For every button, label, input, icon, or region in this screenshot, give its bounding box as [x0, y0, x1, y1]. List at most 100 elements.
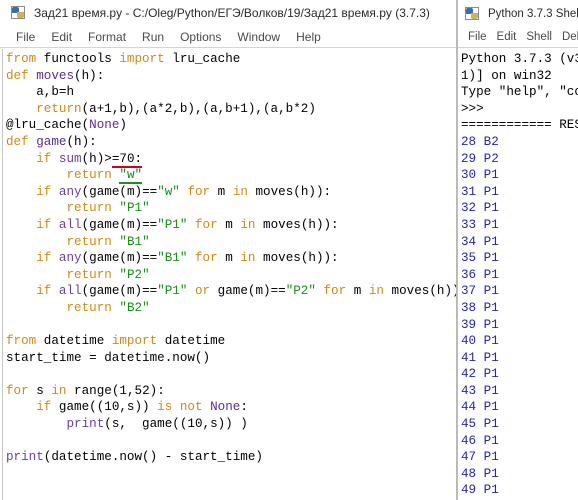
shell-output-area[interactable]: Python 3.7.3 (v3 1)] on win32 Type "help",…: [458, 49, 578, 500]
code-token: if: [36, 251, 52, 266]
menu-run[interactable]: Run: [134, 30, 172, 44]
menu-file[interactable]: File: [8, 30, 43, 44]
code-token: all: [58, 217, 82, 232]
code-token: (game(m)==: [81, 217, 158, 232]
menu-window[interactable]: Window: [229, 30, 288, 44]
code-token: return: [66, 267, 112, 282]
shell-banner-line: Type "help", "co: [461, 85, 578, 100]
code-token: for: [187, 184, 211, 199]
shell-output-row: 49 P1: [461, 483, 499, 498]
shell-menu-debug[interactable]: Debu: [557, 31, 578, 43]
shell-output-row: 28 B2: [461, 134, 499, 149]
code-line: return "B2": [6, 300, 454, 317]
code-token: is: [157, 400, 173, 415]
shell-output-row: 43 P1: [461, 383, 499, 398]
code-line: if any(game(m)=="w" for m in moves(h)):: [6, 184, 454, 201]
code-token: import: [119, 52, 165, 66]
code-token: if: [36, 284, 52, 299]
code-line: def game(h):: [6, 134, 454, 151]
shell-output-row: 37 P1: [461, 284, 499, 299]
menu-help[interactable]: Help: [288, 30, 329, 44]
code-token: @lru_cache(: [6, 118, 90, 133]
code-token: =70:: [111, 151, 143, 168]
editor-text-area[interactable]: from functools import lru_cache def moves…: [0, 49, 456, 500]
code-token: return: [66, 201, 112, 216]
code-token: "B2": [119, 300, 150, 315]
code-token: (datetime.now() - start_time): [43, 450, 263, 465]
code-token: functools: [36, 52, 120, 66]
code-token: any: [58, 251, 82, 266]
shell-output-row: 38 P1: [461, 300, 499, 315]
source-code[interactable]: from functools import lru_cache def moves…: [6, 51, 456, 466]
menu-options[interactable]: Options: [172, 30, 229, 44]
code-token: (game(m)==: [81, 284, 158, 299]
code-token: in: [51, 383, 67, 398]
shell-output-row: 33 P1: [461, 217, 499, 232]
code-token: for: [323, 284, 347, 299]
python-file-icon: [10, 5, 27, 21]
code-token: None: [210, 400, 241, 415]
shell-menu-edit[interactable]: Edit: [492, 31, 522, 43]
editor-titlebar[interactable]: Зад21 время.py - C:/Oleg/Python/ЕГЭ/Волк…: [0, 0, 456, 27]
code-token: m: [217, 217, 241, 232]
code-token: in: [240, 217, 256, 232]
shell-output-row: 34 P1: [461, 234, 499, 249]
shell-title: Python 3.7.3 Shell: [488, 7, 578, 20]
code-token: "w": [119, 168, 143, 185]
code-token: if: [36, 400, 52, 415]
code-token: return: [36, 101, 82, 116]
code-token: game(m)==: [210, 284, 286, 299]
code-token: not: [179, 400, 203, 415]
shell-output-row: 36 P1: [461, 267, 499, 282]
code-token: game((10,s)): [51, 400, 158, 415]
menu-edit[interactable]: Edit: [43, 30, 80, 44]
shell-menubar: File Edit Shell Debu: [458, 27, 578, 48]
code-token: m: [210, 184, 233, 199]
shell-banner-line: Python 3.7.3 (v3: [461, 52, 578, 66]
shell-transcript[interactable]: Python 3.7.3 (v3 1)] on win32 Type "help",…: [461, 51, 578, 500]
code-token: return: [66, 300, 112, 315]
code-token: any: [58, 184, 82, 199]
code-token: None: [89, 118, 120, 133]
shell-output-row: 41 P1: [461, 350, 499, 365]
code-token: print: [6, 450, 44, 465]
shell-titlebar[interactable]: Python 3.7.3 Shell: [458, 0, 578, 27]
code-token: (s, game((10,s)) ): [104, 417, 248, 432]
idle-editor-window: Зад21 время.py - C:/Oleg/Python/ЕГЭ/Волк…: [0, 0, 457, 500]
code-line: def moves(h):: [6, 68, 454, 85]
shell-menu-file[interactable]: File: [463, 31, 492, 43]
code-line: from datetime import datetime: [6, 333, 454, 350]
code-token: (a+1,b),(a*2,b),(a,b+1),(a,b*2): [81, 101, 316, 116]
code-token: (h):: [66, 134, 97, 149]
code-token: in: [240, 251, 256, 266]
code-token: sum: [58, 151, 82, 166]
shell-output-row: 47 P1: [461, 450, 499, 465]
menu-format[interactable]: Format: [80, 30, 134, 44]
code-line: return "w": [6, 167, 454, 185]
code-token: lru_cache: [164, 52, 241, 66]
code-line: if all(game(m)=="P1" for m in moves(h)):: [6, 217, 454, 234]
code-token: for: [6, 383, 29, 398]
idle-shell-window: Python 3.7.3 Shell File Edit Shell Debu …: [458, 0, 578, 500]
shell-menu-shell[interactable]: Shell: [521, 31, 557, 43]
code-token: or: [194, 284, 211, 299]
code-line: if game((10,s)) is not None:: [6, 399, 454, 416]
shell-output-row: 42 P1: [461, 367, 499, 382]
code-token: in: [368, 284, 384, 299]
code-token: all: [58, 284, 82, 299]
